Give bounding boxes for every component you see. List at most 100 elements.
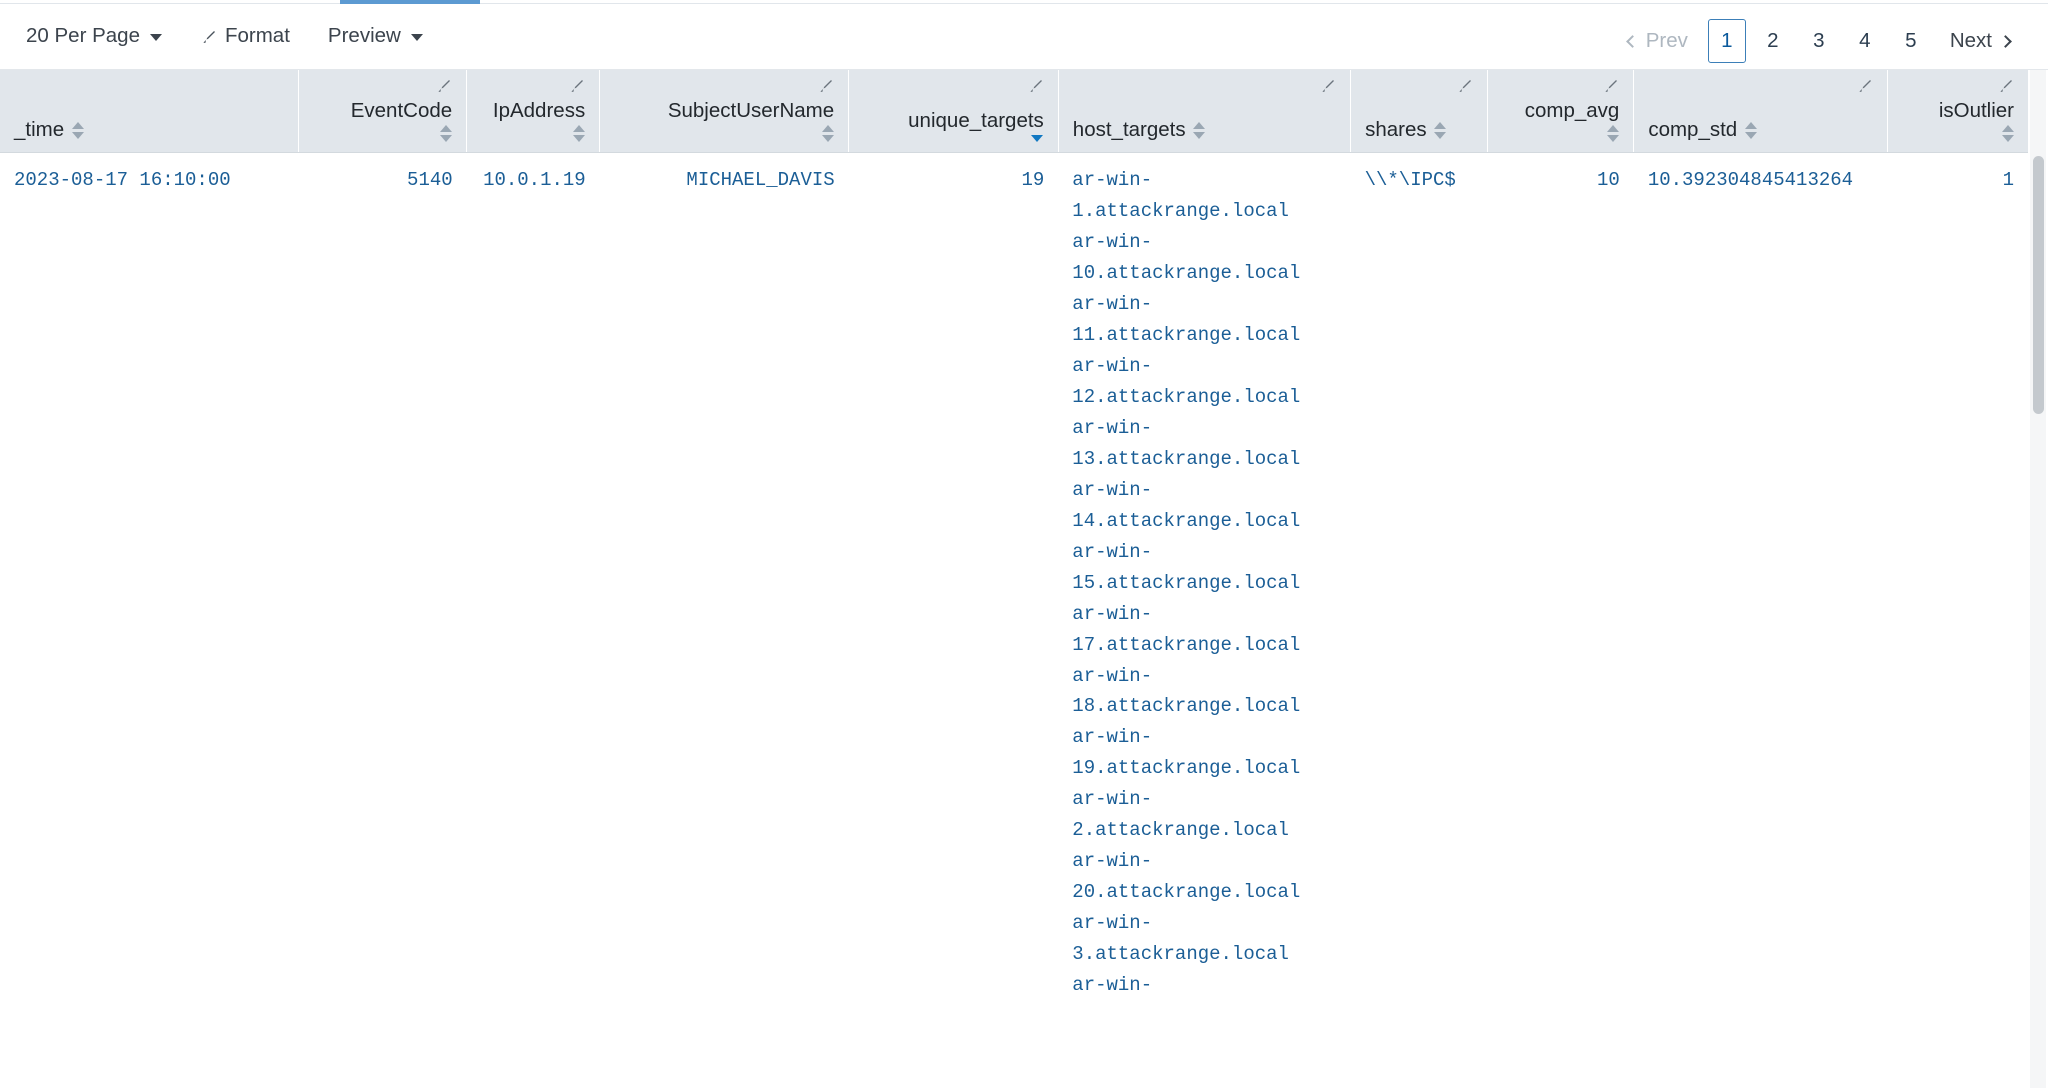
column-header-inner: comp_avg <box>1488 70 1633 152</box>
cell-SubjectUserName[interactable]: MICHAEL_DAVIS <box>599 152 849 1002</box>
brush-icon[interactable] <box>1319 78 1336 95</box>
sort-toggle-time[interactable] <box>71 121 84 139</box>
sort-ascending-icon <box>821 125 834 132</box>
column-header-label: isOutlier <box>1938 99 2014 122</box>
cell-line: ar-win- <box>1072 974 1153 997</box>
column-header-label: host_targets <box>1072 118 1186 142</box>
table-header-row: _time EventCode IpAddress SubjectUserName un… <box>0 70 2028 153</box>
sort-toggle-host_targets[interactable] <box>1193 121 1206 139</box>
column-header-shares[interactable]: shares <box>1350 70 1489 153</box>
sort-ascending-icon <box>1434 121 1447 129</box>
results-table-scroll-area[interactable]: _time EventCode IpAddress SubjectUserName un… <box>0 70 2028 1088</box>
column-header-label-row: host_targets <box>1073 118 1336 142</box>
cell-host_targets[interactable]: ar-win-1.attackrange.local ar-win-10.atta… <box>1058 152 1351 1002</box>
column-header-stack: SubjectUserName <box>614 99 834 142</box>
sort-ascending-icon <box>2001 125 2014 132</box>
pagination-page-5[interactable]: 5 <box>1892 19 1930 63</box>
cell-line: ar-win-2.attackrange.local <box>1072 788 1289 842</box>
vertical-scrollbar-thumb[interactable] <box>2033 156 2044 414</box>
sort-toggle-comp_std[interactable] <box>1744 121 1757 139</box>
cell-isOutlier[interactable]: 1 <box>1887 152 2028 1002</box>
cell-unique_targets[interactable]: 19 <box>848 152 1059 1002</box>
cell-line: ar-win-18.attackrange.local <box>1072 664 1301 718</box>
results-toolbar: 20 Per Page Format Preview Prev 1 2 3 4 … <box>0 4 2048 70</box>
column-header-unique_targets[interactable]: unique_targets <box>848 70 1059 153</box>
format-button[interactable]: Format <box>200 26 290 47</box>
column-header-label: comp_std <box>1648 118 1738 142</box>
format-label: Format <box>224 24 290 48</box>
cell-line: ar-win-17.attackrange.local <box>1072 602 1301 656</box>
sort-toggle-shares[interactable] <box>1434 121 1447 139</box>
sort-toggle-comp_avg[interactable] <box>1606 125 1619 142</box>
cell-shares[interactable]: \\*\IPC$ <box>1350 152 1488 1002</box>
sort-toggle-SubjectUserName[interactable] <box>821 125 834 142</box>
table-row[interactable]: 2023-08-17 16:10:00 5140 10.0.1.19 MICHAEL_… <box>0 152 2028 1002</box>
pagination-next-label: Next <box>1949 29 1992 52</box>
sort-toggle-EventCode[interactable] <box>439 125 452 142</box>
preview-label: Preview <box>327 24 401 48</box>
cell-comp_std[interactable]: 10.392304845413264 <box>1633 152 1888 1002</box>
table-body: 2023-08-17 16:10:00 5140 10.0.1.19 MICHAEL_… <box>0 152 2028 1002</box>
pagination-page-2[interactable]: 2 <box>1754 19 1792 63</box>
brush-icon[interactable] <box>435 78 452 95</box>
pagination-prev-button[interactable]: Prev <box>1612 23 1704 59</box>
sort-toggle-unique_targets[interactable] <box>1031 135 1044 142</box>
sort-ascending-icon <box>1193 121 1206 129</box>
column-header-inner: _time <box>0 70 298 152</box>
sort-descending-icon <box>1434 131 1447 139</box>
results-table-panel: 20 Per Page Format Preview Prev 1 2 3 4 … <box>0 0 2048 1088</box>
sort-descending-icon <box>1193 131 1206 139</box>
column-header-inner: unique_targets <box>849 70 1058 152</box>
sort-toggle-isOutlier[interactable] <box>2001 125 2014 142</box>
sort-ascending-icon <box>1606 125 1619 132</box>
column-header-host_targets[interactable]: host_targets <box>1058 70 1352 153</box>
sort-descending-icon <box>1031 135 1044 142</box>
column-header-comp_std[interactable]: comp_std <box>1633 70 1889 153</box>
brush-icon[interactable] <box>568 78 585 95</box>
column-header-EventCode[interactable]: EventCode <box>298 70 468 153</box>
pagination-next-button[interactable]: Next <box>1934 23 2026 59</box>
sort-toggle-IpAddress[interactable] <box>572 125 585 142</box>
cell-line: ar-win-10.attackrange.local <box>1072 230 1301 284</box>
cell-IpAddress[interactable]: 10.0.1.19 <box>466 152 600 1002</box>
brush-icon[interactable] <box>1602 78 1619 95</box>
pagination-page-3[interactable]: 3 <box>1800 19 1838 63</box>
column-header-comp_avg[interactable]: comp_avg <box>1487 70 1635 153</box>
cell-comp_avg[interactable]: 10 <box>1487 152 1634 1002</box>
chevron-down-icon <box>149 34 162 41</box>
cell-time[interactable]: 2023-08-17 16:10:00 <box>0 152 299 1002</box>
cell-line: ar-win-19.attackrange.local <box>1072 726 1301 780</box>
brush-icon[interactable] <box>1456 78 1473 95</box>
column-header-stack: isOutlier <box>1902 99 2014 142</box>
brush-icon[interactable] <box>817 78 834 95</box>
cell-line: ar-win-3.attackrange.local <box>1072 912 1289 966</box>
brush-icon[interactable] <box>1997 78 2014 95</box>
column-header-inner: SubjectUserName <box>600 70 848 152</box>
brush-icon <box>200 29 217 46</box>
column-header-time[interactable]: _time <box>0 70 299 153</box>
pagination: Prev 1 2 3 4 5 Next <box>1612 8 2026 74</box>
column-header-label: SubjectUserName <box>667 99 835 122</box>
column-header-label: shares <box>1365 118 1427 142</box>
brush-icon[interactable] <box>1856 78 1873 95</box>
column-header-label: comp_avg <box>1524 99 1620 122</box>
pagination-page-4[interactable]: 4 <box>1846 19 1884 63</box>
column-header-label-row: shares <box>1365 118 1473 142</box>
preview-dropdown[interactable]: Preview <box>328 26 423 47</box>
column-header-label: IpAddress <box>492 99 586 122</box>
cell-line: ar-win-12.attackrange.local <box>1072 354 1301 408</box>
brush-icon[interactable] <box>1027 78 1044 95</box>
cell-line: ar-win-11.attackrange.local <box>1072 292 1301 346</box>
column-header-inner: IpAddress <box>467 70 599 152</box>
column-header-isOutlier[interactable]: isOutlier <box>1887 70 2028 153</box>
vertical-scrollbar[interactable] <box>2030 70 2046 1088</box>
column-header-label: EventCode <box>350 99 453 122</box>
results-table: _time EventCode IpAddress SubjectUserName un… <box>0 70 2028 1002</box>
column-header-inner: EventCode <box>299 70 466 152</box>
pagination-page-1[interactable]: 1 <box>1707 19 1746 63</box>
column-header-label: unique_targets <box>908 109 1044 132</box>
cell-EventCode[interactable]: 5140 <box>298 152 467 1002</box>
column-header-IpAddress[interactable]: IpAddress <box>466 70 601 153</box>
column-header-SubjectUserName[interactable]: SubjectUserName <box>599 70 850 153</box>
per-page-dropdown[interactable]: 20 Per Page <box>26 26 162 47</box>
